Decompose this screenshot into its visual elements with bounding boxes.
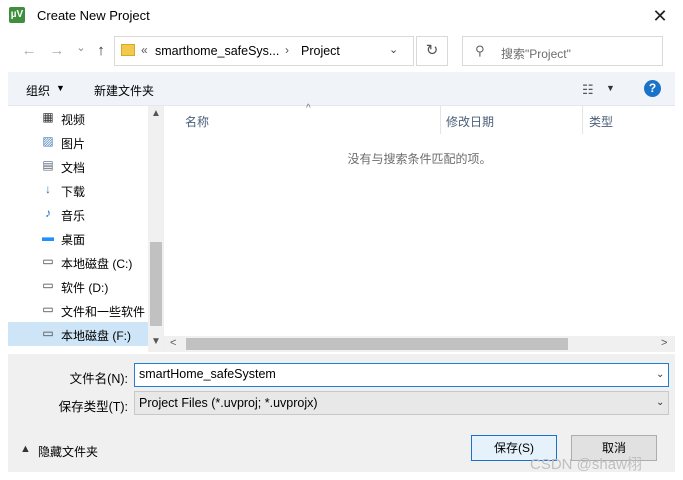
search-input[interactable]: ⚲ 搜索"Project" bbox=[462, 36, 663, 66]
folder-icon bbox=[121, 44, 135, 56]
sidebar-item-label: 桌面 bbox=[61, 233, 86, 247]
view-options-icon[interactable]: ☷ bbox=[582, 82, 594, 98]
sidebar-item-label: 本地磁盘 (F:) bbox=[61, 329, 131, 343]
command-bar: 组织 ▼ 新建文件夹 ☷ ▼ ? bbox=[8, 72, 675, 106]
horizontal-scrollbar[interactable]: < > bbox=[164, 336, 675, 352]
sidebar-item[interactable]: ▨ 图片 bbox=[8, 130, 148, 154]
sidebar-item-label: 文件和一些软件 bbox=[61, 305, 146, 319]
new-folder-button[interactable]: 新建文件夹 bbox=[94, 82, 154, 99]
filetype-label: 保存类型(T): bbox=[58, 400, 128, 414]
filename-label: 文件名(N): bbox=[69, 372, 128, 386]
desktop-icon: ▬ bbox=[42, 230, 54, 244]
help-icon[interactable]: ? bbox=[644, 80, 661, 97]
up-folder-button[interactable]: ↑ bbox=[90, 40, 112, 62]
system-drive-icon: ▭ bbox=[42, 254, 54, 268]
scroll-thumb[interactable] bbox=[150, 242, 162, 326]
sidebar-item-label: 软件 (D:) bbox=[61, 281, 109, 295]
forward-button[interactable]: → bbox=[46, 40, 68, 62]
address-bar[interactable]: « smarthome_safeSys... › Project ⌄ bbox=[114, 36, 414, 66]
column-header-date-modified[interactable]: 修改日期 bbox=[446, 113, 494, 130]
scroll-up-icon[interactable]: ▲ bbox=[151, 108, 161, 119]
search-icon: ⚲ bbox=[475, 43, 485, 58]
sidebar-item-label: 下载 bbox=[61, 185, 86, 199]
documents-icon: ▤ bbox=[42, 158, 54, 172]
sidebar-item-label: 文档 bbox=[61, 161, 86, 175]
search-placeholder: 搜索"Project" bbox=[501, 47, 571, 61]
column-header-name[interactable]: 名称 bbox=[185, 113, 209, 130]
caret-up-icon[interactable]: ▲ bbox=[20, 443, 31, 455]
sidebar-item[interactable]: ▦ 视频 bbox=[8, 106, 148, 130]
chevron-down-icon[interactable]: ⌄ bbox=[389, 43, 398, 56]
sidebar-item-label: 音乐 bbox=[61, 209, 86, 223]
organize-menu[interactable]: 组织 bbox=[26, 82, 50, 99]
scroll-down-icon[interactable]: ▼ bbox=[151, 336, 161, 347]
drive-icon: ▭ bbox=[42, 326, 54, 340]
refresh-button[interactable]: ↻ bbox=[416, 36, 448, 66]
sidebar-item[interactable]: ▭ 软件 (D:) bbox=[8, 274, 148, 298]
downloads-icon: ↓ bbox=[45, 182, 51, 196]
caret-down-icon[interactable]: ▼ bbox=[606, 83, 615, 93]
breadcrumb-current[interactable]: Project bbox=[301, 44, 340, 58]
filename-field[interactable]: smartHome_safeSystem bbox=[134, 363, 669, 387]
recent-locations-button[interactable]: ⌄ bbox=[70, 37, 92, 59]
sidebar-item[interactable]: ▭ 本地磁盘 (F:) bbox=[8, 322, 148, 346]
navigation-pane: ▦ 视频 ▨ 图片 ▤ 文档 ↓ 下载 ♪ 音乐 ▬ 桌面 ▭ 本地磁盘 (C:) ▭ 软件 (D:) ▭ 文件和… bbox=[8, 106, 164, 352]
window-title: Create New Project bbox=[37, 8, 150, 23]
file-list[interactable]: 名称 ^ 修改日期 类型 没有与搜索条件匹配的项。 < > bbox=[164, 103, 675, 352]
sidebar-item[interactable]: ▬ 桌面 bbox=[8, 226, 148, 250]
column-header-type[interactable]: 类型 bbox=[589, 113, 613, 130]
sidebar-item[interactable]: ▤ 文档 bbox=[8, 154, 148, 178]
title-bar: µV Create New Project ✕ bbox=[0, 0, 683, 32]
sidebar-item-label: 视频 bbox=[61, 113, 86, 127]
app-icon: µV bbox=[9, 7, 25, 23]
chevron-down-icon[interactable]: ⌄ bbox=[656, 369, 664, 380]
sidebar-item-label: 图片 bbox=[61, 137, 86, 151]
scroll-thumb[interactable] bbox=[186, 338, 568, 350]
caret-down-icon[interactable]: ▼ bbox=[56, 83, 65, 93]
breadcrumb-overflow[interactable]: « bbox=[141, 43, 148, 57]
pictures-icon: ▨ bbox=[42, 134, 54, 148]
column-divider[interactable] bbox=[440, 106, 441, 134]
sort-ascending-icon: ^ bbox=[306, 103, 311, 114]
music-icon: ♪ bbox=[45, 206, 51, 220]
sidebar-item[interactable]: ▭ 本地磁盘 (C:) bbox=[8, 250, 148, 274]
watermark: CSDN @shaw栩 bbox=[530, 456, 642, 473]
sidebar-item[interactable]: ↓ 下载 bbox=[8, 178, 148, 202]
video-icon: ▦ bbox=[42, 110, 54, 124]
back-button[interactable]: ← bbox=[18, 40, 40, 62]
column-divider[interactable] bbox=[582, 106, 583, 134]
breadcrumb-parent[interactable]: smarthome_safeSys... bbox=[155, 44, 279, 58]
scroll-right-icon[interactable]: > bbox=[661, 337, 667, 349]
chevron-right-icon[interactable]: › bbox=[285, 43, 289, 57]
scroll-left-icon[interactable]: < bbox=[170, 337, 176, 349]
chevron-down-icon[interactable]: ⌄ bbox=[656, 397, 664, 408]
sidebar-item[interactable]: ♪ 音乐 bbox=[8, 202, 148, 226]
sidebar-item-label: 本地磁盘 (C:) bbox=[61, 257, 133, 271]
filetype-select[interactable]: Project Files (*.uvproj; *.uvprojx) bbox=[134, 391, 669, 415]
close-button[interactable]: ✕ bbox=[642, 2, 678, 30]
nav-scrollbar[interactable]: ▲ ▼ bbox=[148, 106, 163, 352]
drive-icon: ▭ bbox=[42, 302, 54, 316]
sidebar-item[interactable]: ▭ 文件和一些软件 bbox=[8, 298, 148, 322]
hide-folders-toggle[interactable]: 隐藏文件夹 bbox=[38, 443, 98, 460]
empty-message: 没有与搜索条件匹配的项。 bbox=[347, 152, 492, 166]
drive-icon: ▭ bbox=[42, 278, 54, 292]
